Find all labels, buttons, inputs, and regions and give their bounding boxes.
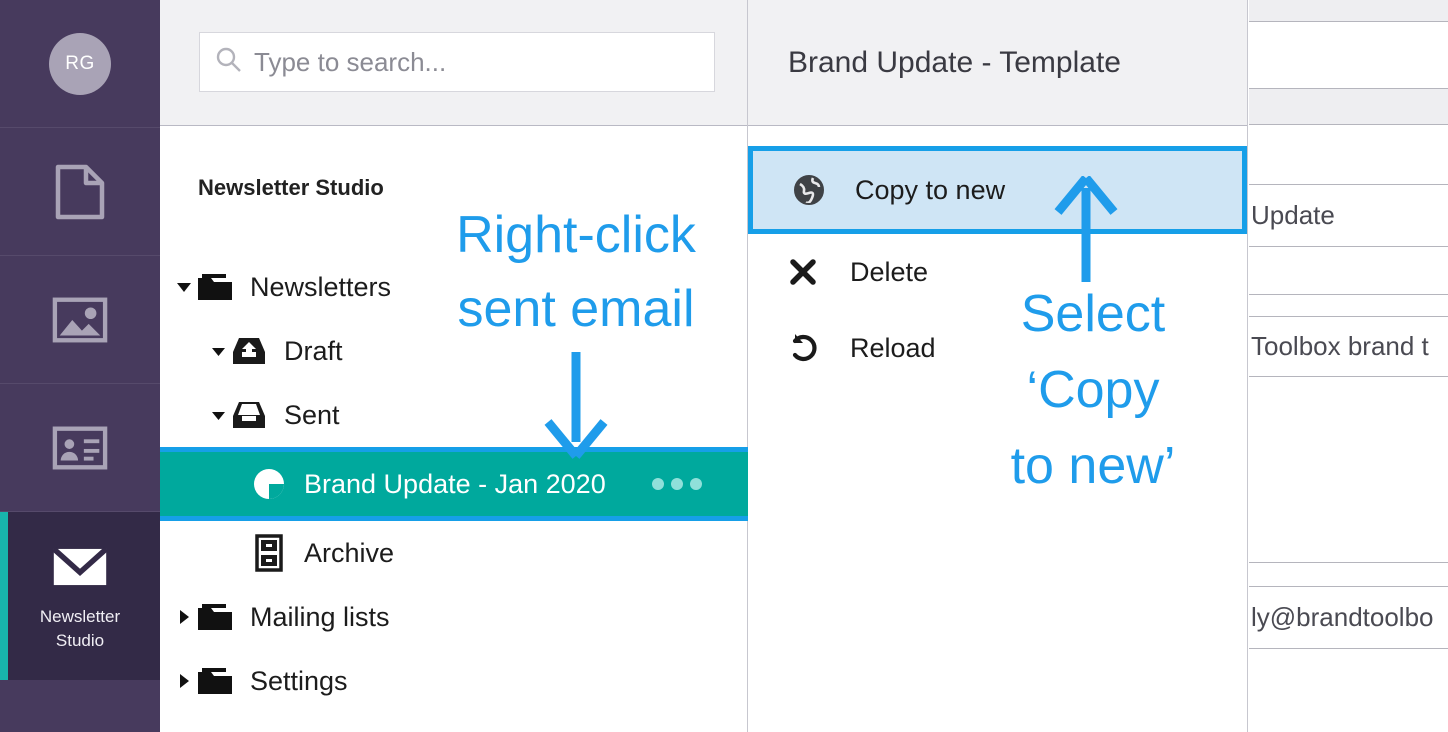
navigation-pane: Type to search... Newsletter Studio News… [160, 0, 748, 732]
tree-item-label: Draft [284, 335, 343, 366]
rail-item-label: Newsletter Studio [40, 605, 120, 653]
annotation-arrow-up [1054, 176, 1118, 282]
rail-item-images[interactable] [0, 256, 160, 384]
detail-row [1249, 563, 1448, 587]
tree-item-mailing-lists[interactable]: Mailing lists [160, 585, 748, 649]
app-root: RG Newsletter Studio Type to search... N… [0, 0, 1448, 732]
avatar: RG [49, 32, 111, 95]
folder-icon [194, 272, 236, 302]
menu-item-label: Delete [850, 256, 929, 287]
search-icon [216, 47, 242, 78]
reload-icon [788, 331, 840, 365]
avatar-initials: RG [65, 52, 95, 74]
pie-chart-icon [248, 465, 290, 503]
tree-item-label: Settings [250, 665, 348, 696]
tree-item-label: Archive [304, 537, 395, 568]
search-placeholder: Type to search... [254, 46, 447, 77]
rail-label-line2: Studio [55, 631, 105, 650]
tree-item-label: Sent [284, 399, 340, 430]
folder-icon [194, 666, 236, 696]
contact-card-icon [52, 420, 108, 476]
close-x-icon [788, 257, 840, 287]
detail-row [1249, 89, 1448, 125]
annotation-line: to new’ [1010, 437, 1176, 495]
menu-item-label: Copy to new [855, 174, 1006, 205]
tree-item-label: Newsletters [250, 271, 392, 302]
detail-row [1249, 22, 1448, 89]
inbox-tray-icon [228, 398, 270, 432]
tree-item-settings[interactable]: Settings [160, 649, 748, 713]
annotation-right-click: Right-click sent email [428, 198, 724, 346]
search-input[interactable]: Type to search... [199, 32, 715, 92]
pane-title: Newsletter Studio [198, 175, 384, 200]
detail-pane: Update Toolbox brand t ly@brandtoolbo [1249, 0, 1448, 732]
search-bar: Type to search... [160, 0, 747, 126]
detail-row [1249, 125, 1448, 185]
rail-item-documents[interactable] [0, 128, 160, 256]
menu-item-copy-to-new[interactable]: Copy to new [748, 146, 1247, 234]
tree-item-archive[interactable]: Archive [160, 521, 748, 585]
annotation-line: Select [1020, 285, 1166, 343]
annotation-line: Right-click [456, 206, 696, 264]
rail-item-contacts[interactable] [0, 384, 160, 512]
annotation-arrow-down [544, 352, 608, 459]
rail-label-line1: Newsletter [39, 607, 121, 626]
rail-item-avatar[interactable]: RG [0, 0, 160, 128]
chevron-down-icon[interactable] [208, 346, 228, 357]
active-accent-bar [0, 512, 8, 680]
file-cabinet-icon [248, 534, 290, 572]
annotation-select-copy: Select ‘Copy to new’ [988, 276, 1198, 504]
tree-item-label: Brand Update - Jan 2020 [304, 468, 606, 499]
tree-item-label: Mailing lists [250, 601, 390, 632]
detail-row: Update [1249, 185, 1448, 247]
chevron-down-icon[interactable] [174, 281, 194, 293]
folder-icon [194, 602, 236, 632]
chevron-down-icon[interactable] [208, 410, 228, 421]
rail-item-newsletter-studio[interactable]: Newsletter Studio [0, 512, 160, 680]
tree-item-sent[interactable]: Sent [160, 383, 748, 447]
detail-row [1249, 295, 1448, 317]
menu-item-label: Reload [850, 332, 936, 363]
detail-row [1249, 377, 1448, 563]
inbox-up-icon [228, 334, 270, 368]
more-options-icon[interactable] [652, 478, 702, 490]
detail-value: Update [1251, 200, 1335, 230]
detail-row [1249, 247, 1448, 295]
app-rail: RG Newsletter Studio [0, 0, 160, 732]
rail-footer [0, 680, 160, 732]
image-icon [52, 292, 108, 348]
annotation-line: ‘Copy [1026, 361, 1160, 419]
tree-item-brand-update-jan-2020[interactable]: Brand Update - Jan 2020 [160, 447, 748, 521]
detail-row: Toolbox brand t [1249, 317, 1448, 377]
chevron-right-icon[interactable] [174, 673, 194, 689]
detail-row [1249, 0, 1448, 22]
chevron-right-icon[interactable] [174, 609, 194, 625]
annotation-line: sent email [457, 280, 695, 338]
editor-header: Brand Update - Template [748, 0, 1247, 126]
detail-value: ly@brandtoolbo [1251, 602, 1434, 632]
detail-row: ly@brandtoolbo [1249, 587, 1448, 649]
detail-value: Toolbox brand t [1251, 331, 1429, 361]
page-title: Brand Update - Template [788, 45, 1121, 79]
document-icon [52, 164, 108, 220]
envelope-icon [52, 539, 108, 595]
globe-icon [793, 174, 845, 206]
